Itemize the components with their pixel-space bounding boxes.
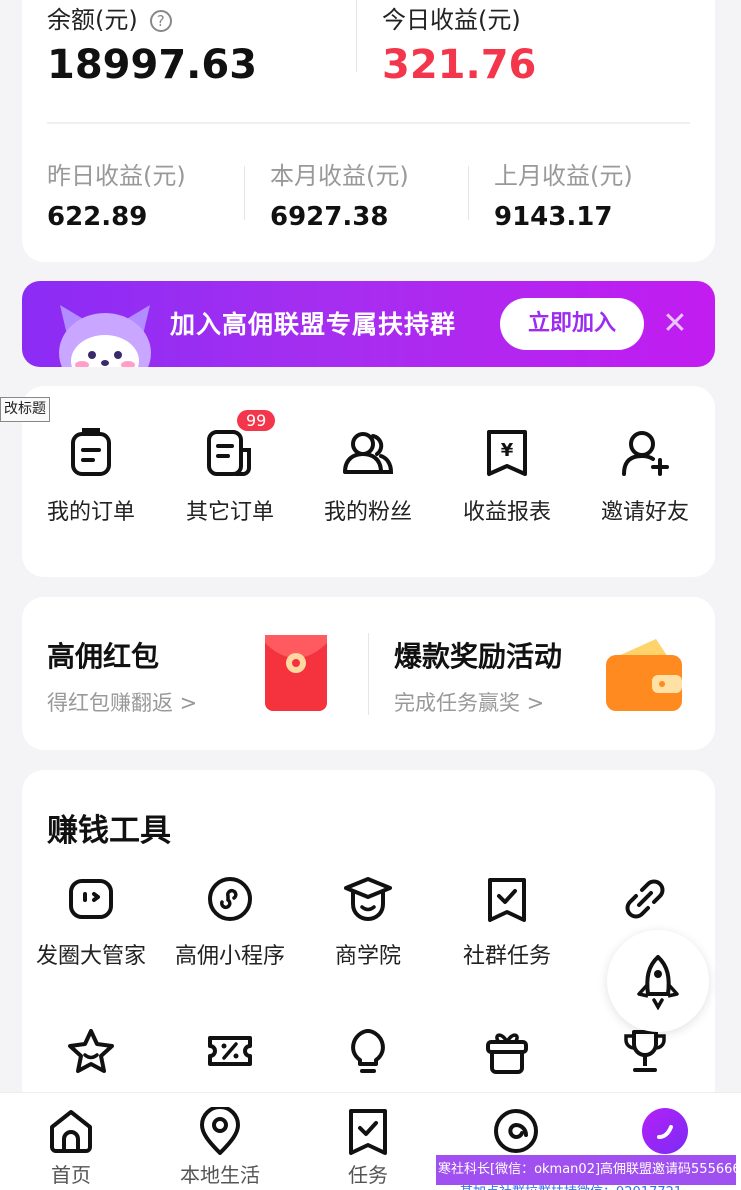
- invite-icon: [622, 431, 669, 476]
- tab-home[interactable]: 首页: [16, 1107, 126, 1188]
- mini-program-label: 高佣小程序: [174, 944, 285, 969]
- yesterday-label: 昨日收益(元): [47, 162, 186, 190]
- home-icon: [50, 1110, 92, 1153]
- report-icon: ¥: [487, 430, 527, 476]
- invite-friends-label: 邀请好友: [600, 500, 689, 525]
- swirl-icon: [494, 1109, 538, 1153]
- promo-card: 高佣红包 得红包赚翻返 > 爆款奖励活动 完成任务赢奖 >: [22, 597, 715, 750]
- fans-icon: [343, 432, 394, 474]
- divider: [47, 122, 690, 124]
- svg-text:¥: ¥: [501, 440, 514, 461]
- business-school-label: 商学院: [334, 944, 401, 969]
- orders-card: 我的订单 99 其它订单 我的粉丝 ¥ 收益报表 邀请好友: [22, 386, 715, 577]
- tab-local-life[interactable]: 本地生活: [165, 1107, 275, 1188]
- close-icon[interactable]: ✕: [658, 307, 692, 341]
- today-label: 今日收益(元): [382, 6, 521, 34]
- tab-task-label: 任务: [348, 1163, 388, 1187]
- tab-local-life-label: 本地生活: [180, 1163, 260, 1187]
- coupon-button[interactable]: [165, 1028, 295, 1074]
- task-icon: [349, 1109, 387, 1155]
- community-task-label: 社群任务: [462, 944, 551, 969]
- help-icon[interactable]: ?: [149, 10, 172, 32]
- tab-home-label: 首页: [51, 1163, 91, 1187]
- balance-value: 18997.63: [47, 42, 258, 88]
- favorites-button[interactable]: [26, 1028, 156, 1074]
- divider: [368, 633, 369, 715]
- join-group-banner[interactable]: 加入高佣联盟专属扶持群 立即加入 ✕: [22, 281, 715, 367]
- tab-task[interactable]: 任务: [313, 1107, 423, 1188]
- earnings-report-label: 收益报表: [462, 500, 551, 525]
- other-order-icon: [207, 430, 251, 476]
- tab-discover[interactable]: [461, 1107, 571, 1155]
- community-task-button[interactable]: 社群任务: [442, 876, 572, 970]
- red-packet-title: 高佣红包: [47, 640, 160, 673]
- tools-card: 赚钱工具 发圈大管家 高佣小程序 商学院 社群任务: [22, 770, 715, 1110]
- hot-reward-subtitle: 完成任务赢奖 >: [394, 691, 545, 715]
- red-packet-icon: [265, 635, 327, 711]
- divider: [356, 0, 357, 72]
- my-fans-label: 我的粉丝: [323, 500, 412, 525]
- graduation-icon: [344, 877, 392, 922]
- task-check-icon: [488, 878, 526, 922]
- rocket-icon: [637, 955, 679, 1010]
- invite-friends-button[interactable]: 邀请好友: [580, 428, 710, 526]
- other-orders-label: 其它订单: [185, 500, 274, 525]
- miniprogram-icon: [208, 877, 252, 921]
- idea-button[interactable]: [303, 1028, 433, 1074]
- link-icon: [625, 879, 665, 919]
- last-month-label: 上月收益(元): [494, 162, 633, 190]
- star-icon: [68, 1029, 114, 1073]
- my-fans-button[interactable]: 我的粉丝: [303, 428, 433, 526]
- bulb-icon: [351, 1029, 385, 1073]
- tools-title: 赚钱工具: [47, 813, 171, 849]
- banner-text: 加入高佣联盟专属扶持群: [170, 310, 457, 339]
- balance-label-row: 余额(元)?: [47, 0, 172, 35]
- business-school-button[interactable]: 商学院: [303, 876, 433, 970]
- gift-icon: [486, 1033, 528, 1074]
- my-orders-label: 我的订单: [46, 500, 135, 525]
- edit-title-tag[interactable]: 改标题: [0, 397, 50, 422]
- today-value: 321.76: [382, 42, 537, 88]
- hot-reward-title: 爆款奖励活动: [394, 640, 563, 673]
- gift-button[interactable]: [442, 1028, 572, 1074]
- divider: [244, 166, 245, 220]
- red-packet-subtitle: 得红包赚翻返 >: [47, 691, 198, 715]
- my-orders-button[interactable]: 我的订单: [26, 428, 156, 526]
- mascot-icon: [59, 305, 151, 367]
- last-month-value: 9143.17: [494, 202, 613, 232]
- balance-label: 余额(元): [47, 6, 138, 34]
- back-to-top-button[interactable]: [607, 930, 709, 1032]
- order-count-badge: 99: [237, 410, 276, 431]
- yesterday-value: 622.89: [47, 202, 148, 232]
- join-button[interactable]: 立即加入: [500, 298, 644, 350]
- coupon-icon: [208, 1036, 252, 1066]
- earnings-report-button[interactable]: ¥ 收益报表: [442, 428, 572, 526]
- ranking-button[interactable]: [580, 1028, 710, 1074]
- order-icon: [71, 428, 111, 476]
- location-icon: [200, 1107, 240, 1155]
- wallet-icon: [606, 639, 682, 711]
- divider: [468, 166, 469, 220]
- tab-profile[interactable]: [610, 1107, 720, 1155]
- chat-face-icon: [69, 879, 113, 919]
- month-label: 本月收益(元): [270, 162, 409, 190]
- other-orders-button[interactable]: 99 其它订单: [165, 410, 295, 526]
- moments-manager-button[interactable]: 发圈大管家: [26, 876, 156, 970]
- profile-icon: [642, 1108, 688, 1154]
- month-value: 6927.38: [270, 202, 389, 232]
- mini-program-button[interactable]: 高佣小程序: [165, 876, 295, 970]
- trophy-icon: [624, 1030, 666, 1072]
- watermark-overlay-secondary: 某加点社群拉群扶持微信：92017721: [460, 1181, 682, 1190]
- moments-manager-label: 发圈大管家: [35, 944, 146, 969]
- earnings-card: 余额(元)? 18997.63 今日收益(元) 321.76 昨日收益(元) 6…: [22, 0, 715, 262]
